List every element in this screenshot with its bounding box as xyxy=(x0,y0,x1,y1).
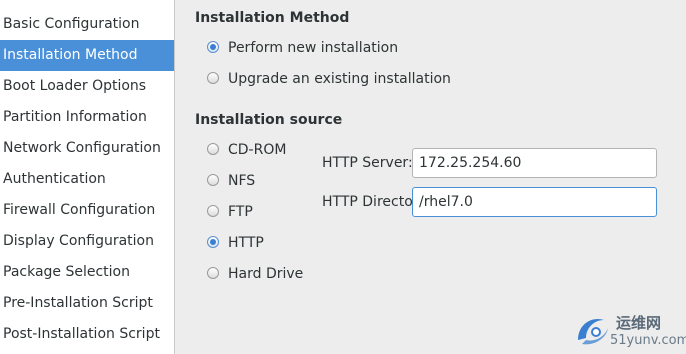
radio-label: CD-ROM xyxy=(228,142,287,158)
radio-unchecked-icon xyxy=(207,205,219,217)
sidebar-item-package-selection[interactable]: Package Selection xyxy=(0,257,174,288)
radio-checked-icon xyxy=(207,41,219,53)
radio-label: Hard Drive xyxy=(228,266,304,282)
watermark-logo: 运维网 51yunv.com xyxy=(572,306,686,352)
radio-unchecked-icon xyxy=(207,143,219,155)
radio-label: NFS xyxy=(228,173,256,189)
sidebar-item-post-installation-script[interactable]: Post-Installation Script xyxy=(0,319,174,350)
sidebar-nav: Basic Configuration Installation Method … xyxy=(0,0,175,354)
sidebar-item-partition-information[interactable]: Partition Information xyxy=(0,102,174,133)
radio-label: FTP xyxy=(228,204,253,220)
radio-checked-icon xyxy=(207,236,219,248)
installation-method-heading: Installation Method xyxy=(195,10,350,26)
sidebar-item-network-configuration[interactable]: Network Configuration xyxy=(0,133,174,164)
sidebar-item-pre-installation-script[interactable]: Pre-Installation Script xyxy=(0,288,174,319)
radio-unchecked-icon xyxy=(207,174,219,186)
http-server-input[interactable] xyxy=(412,148,657,178)
installation-source-heading: Installation source xyxy=(195,112,343,128)
radio-label: Perform new installation xyxy=(228,40,399,56)
radio-unchecked-icon xyxy=(207,72,219,84)
sidebar-item-firewall-configuration[interactable]: Firewall Configuration xyxy=(0,195,174,226)
sidebar-item-installation-method[interactable]: Installation Method xyxy=(0,40,174,71)
radio-unchecked-icon xyxy=(207,267,219,279)
sidebar-item-boot-loader-options[interactable]: Boot Loader Options xyxy=(0,71,174,102)
http-directory-input[interactable] xyxy=(412,187,657,217)
radio-label: Upgrade an existing installation xyxy=(228,71,451,87)
swirl-logo-icon xyxy=(578,318,608,345)
watermark-url-text: 51yunv.com xyxy=(610,333,686,348)
watermark-chinese-text: 运维网 xyxy=(616,314,662,332)
installation-method-panel: Installation Method Perform new installa… xyxy=(175,0,686,354)
sidebar-item-display-configuration[interactable]: Display Configuration xyxy=(0,226,174,257)
http-server-label: HTTP Server: xyxy=(322,155,413,171)
sidebar-item-authentication[interactable]: Authentication xyxy=(0,164,174,195)
sidebar-item-basic-configuration[interactable]: Basic Configuration xyxy=(0,9,174,40)
radio-label: HTTP xyxy=(228,235,264,251)
